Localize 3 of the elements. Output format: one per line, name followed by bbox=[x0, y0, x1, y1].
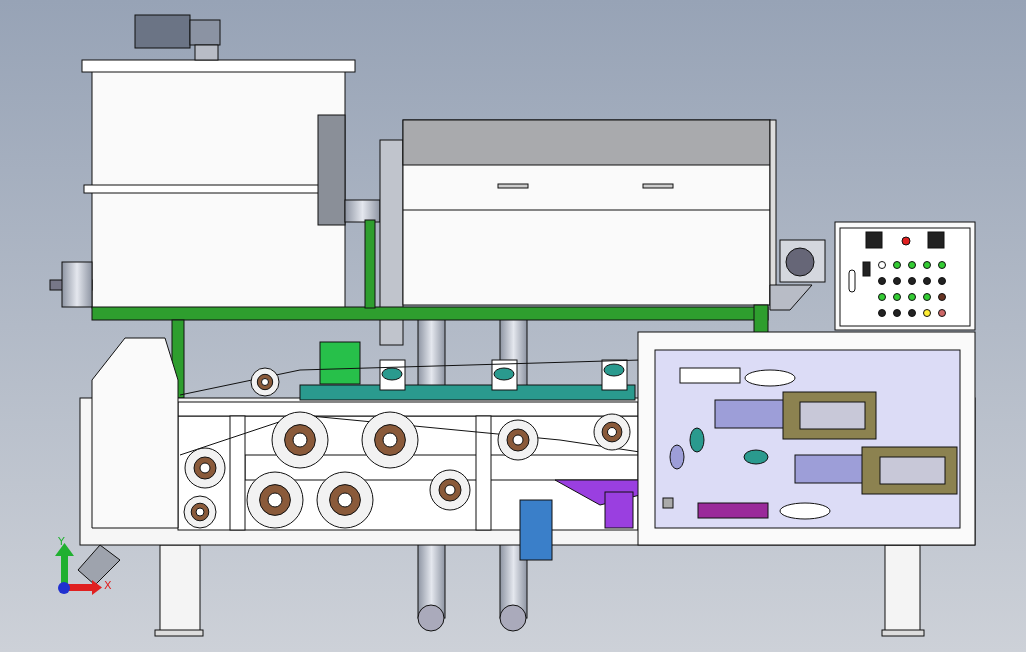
x-axis-label: X bbox=[104, 579, 112, 592]
y-axis-label: Y bbox=[58, 535, 65, 548]
axis-triad-icon bbox=[55, 543, 102, 595]
